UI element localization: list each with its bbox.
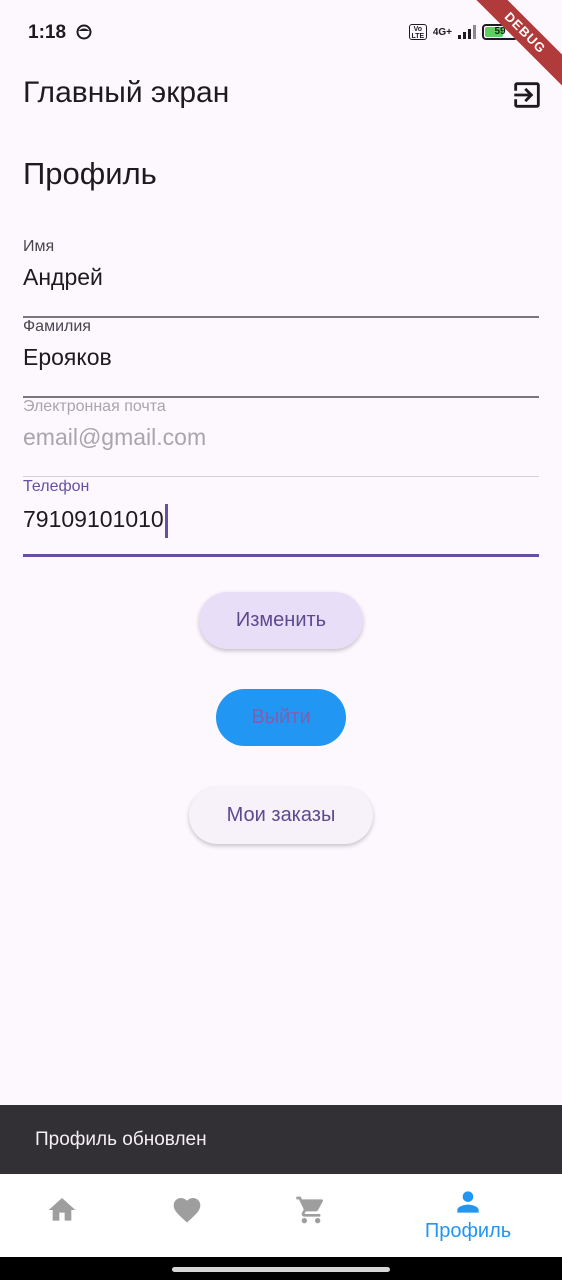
logout-button[interactable]: Выйти [216,689,346,746]
phone-label: Телефон [23,478,90,495]
edit-button[interactable]: Изменить [199,592,363,649]
snackbar-message: Профиль обновлен [35,1129,207,1150]
my-orders-button[interactable]: Мои заказы [189,787,373,844]
app-bar-title: Главный экран [23,76,230,109]
bottom-nav: Профиль [0,1174,562,1257]
email-field[interactable]: Электронная почта email@gmail.com [23,398,539,478]
email-underline [23,476,539,477]
cart-icon [296,1196,324,1224]
network-type: 4G+ [432,26,452,38]
notification-icon [76,24,92,40]
home-gesture-handle[interactable] [172,1267,390,1272]
nav-label-profile: Профиль [424,1220,512,1242]
status-icons: Vo LTE 4G+ 59 [408,24,518,40]
page-title: Профиль [23,156,157,191]
text-cursor [164,504,168,538]
volte-icon: Vo LTE [408,24,427,40]
phone-underline [23,554,539,557]
last-name-value[interactable]: Ерояков [23,344,112,371]
first-name-value[interactable]: Андрей [23,264,103,291]
first-name-field[interactable]: Имя Андрей [23,238,539,318]
person-icon [457,1191,479,1213]
system-nav-bar [0,1257,562,1280]
phone-value[interactable]: 79109101010 [23,506,164,532]
last-name-label: Фамилия [23,318,91,335]
first-name-label: Имя [23,238,55,255]
home-icon [48,1198,76,1221]
email-placeholder[interactable]: email@gmail.com [23,424,206,451]
email-label: Электронная почта [23,398,166,415]
snackbar: Профиль обновлен [0,1105,562,1174]
phone-value-wrap[interactable]: 79109101010 [23,504,168,538]
nav-item-cart[interactable] [241,1174,381,1257]
signal-icon [458,25,476,39]
nav-item-profile[interactable]: Профиль [398,1174,538,1257]
last-name-field[interactable]: Фамилия Ерояков [23,318,539,398]
status-time: 1:18 [28,22,67,43]
heart-icon [173,1198,201,1223]
phone-field[interactable]: Телефон 79109101010 [23,478,539,558]
logout-icon[interactable] [510,78,544,112]
status-bar: 1:18 Vo LTE 4G+ 59 DEBUG [0,0,562,94]
nav-item-favorites[interactable] [117,1174,257,1257]
